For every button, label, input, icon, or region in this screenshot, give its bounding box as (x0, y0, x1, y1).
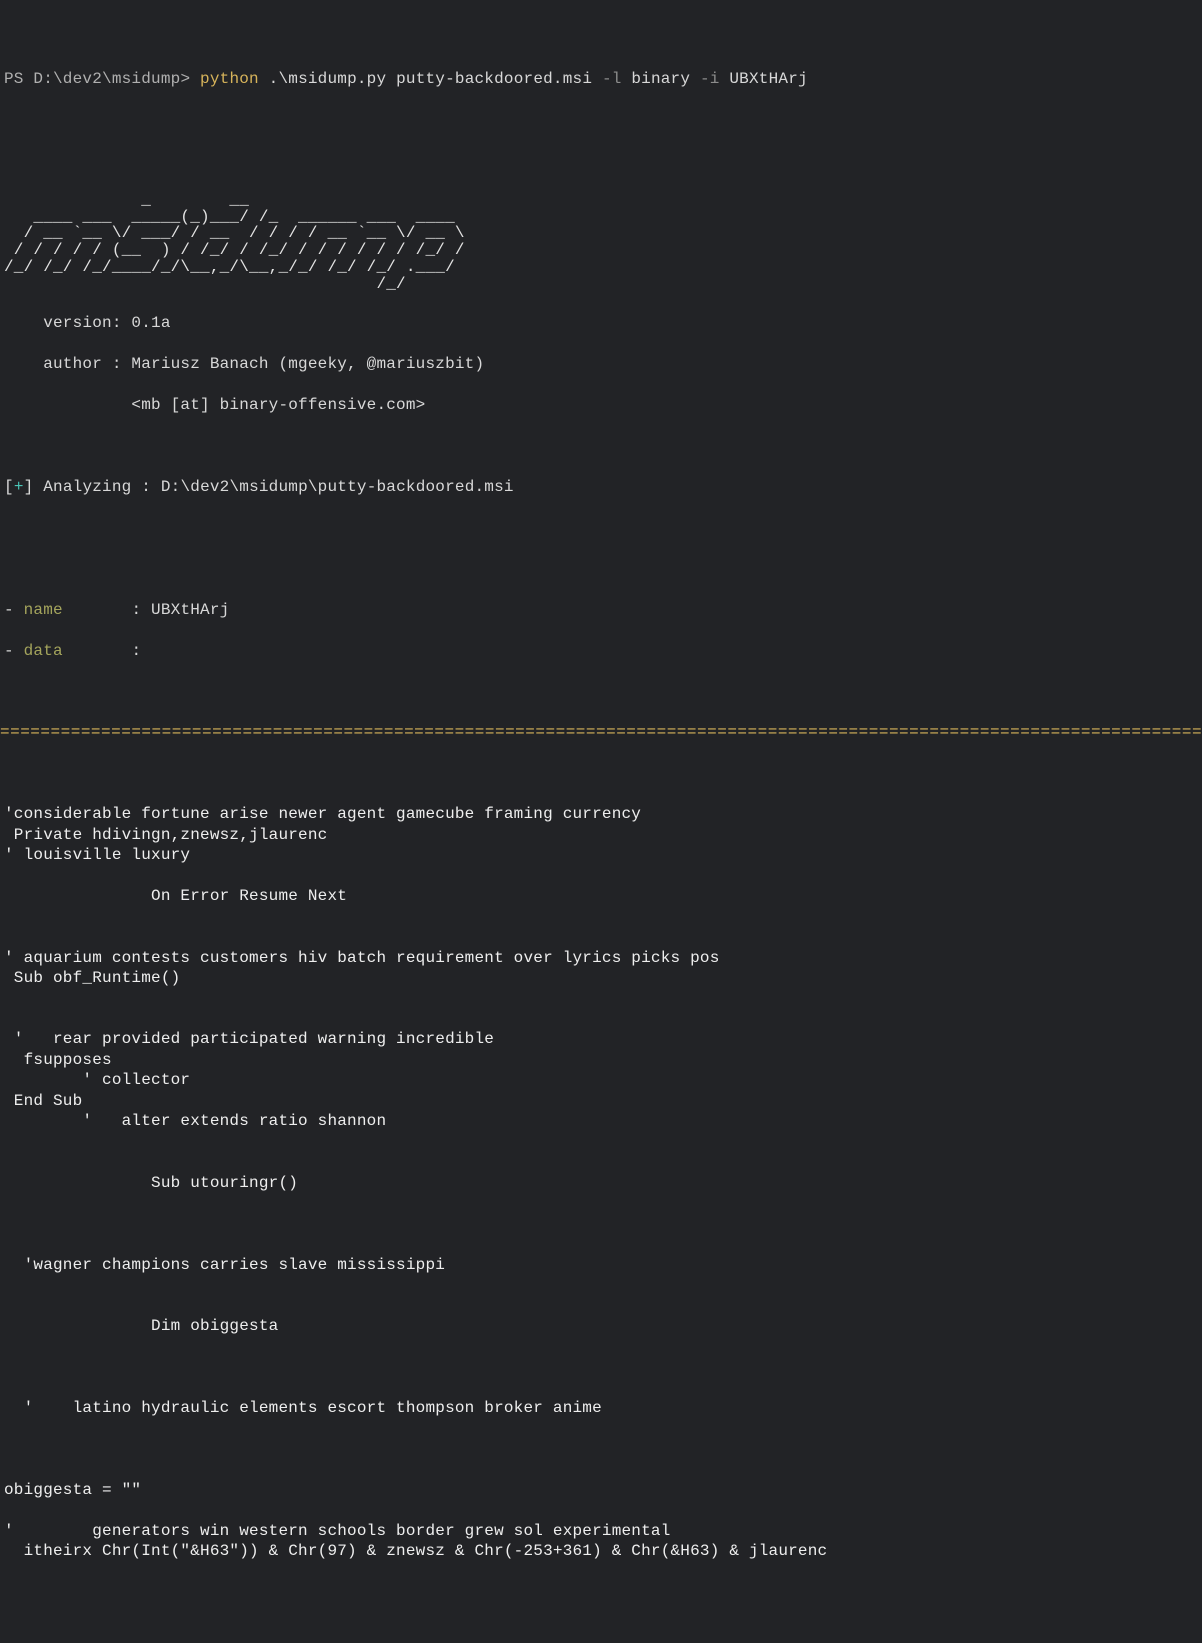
prompt-path: D:\dev2\msidump (33, 70, 180, 88)
prompt-line[interactable]: PS D:\dev2\msidump> python .\msidump.py … (0, 69, 1202, 89)
flag-l: -l (602, 70, 622, 88)
author-value: Mariusz Banach (mgeeky, @mariuszbit) (131, 355, 484, 373)
divider: ========================================… (0, 722, 1202, 742)
kv-name: - name : UBXtHArj (0, 600, 1202, 620)
version-line: version: 0.1a (0, 313, 1202, 333)
prompt-shell: PS (4, 70, 33, 88)
version-value: 0.1a (131, 314, 170, 332)
terminal-output: PS D:\dev2\msidump> python .\msidump.py … (0, 0, 1202, 1643)
cmd-exec: python (200, 70, 259, 88)
cmd-script: .\msidump.py (259, 70, 396, 88)
key-name: name (24, 601, 63, 619)
analyzing-path: D:\dev2\msidump\putty-backdoored.msi (161, 478, 514, 496)
name-value: UBXtHArj (151, 601, 229, 619)
author-line: author : Mariusz Banach (mgeeky, @marius… (0, 354, 1202, 374)
key-data: data (24, 642, 63, 660)
flag-i: -i (700, 70, 720, 88)
ascii-banner: _ __ ____ ___ _____(_)___/ /_ ______ ___… (0, 192, 1202, 293)
code-dump: 'considerable fortune arise newer agent … (0, 804, 1202, 1561)
flag-i-val: UBXtHArj (720, 70, 808, 88)
flag-l-val: binary (622, 70, 700, 88)
plus-icon: + (14, 478, 24, 496)
prompt-sep: > (180, 70, 200, 88)
kv-data: - data : (0, 641, 1202, 661)
cmd-target: putty-backdoored.msi (396, 70, 602, 88)
analyzing-line: [+] Analyzing : D:\dev2\msidump\putty-ba… (0, 477, 1202, 497)
author-line2: <mb [at] binary-offensive.com> (0, 395, 1202, 415)
